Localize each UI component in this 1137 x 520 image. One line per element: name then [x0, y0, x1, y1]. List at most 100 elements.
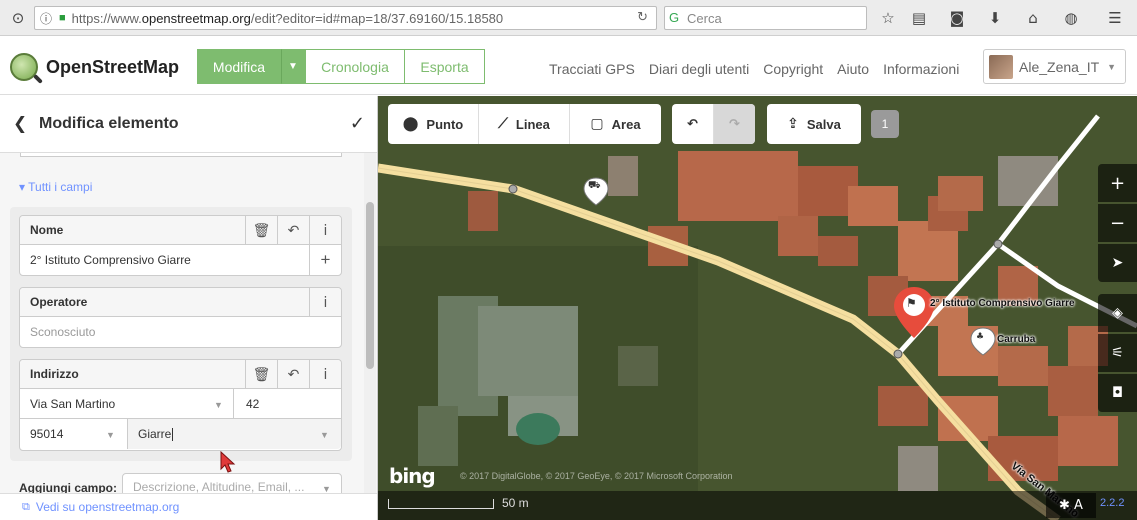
point-icon: ⬤: [402, 116, 419, 132]
mouse-cursor-icon: [220, 451, 236, 473]
tree-icon[interactable]: ♣: [976, 332, 984, 342]
osm-magnifier-icon: [10, 53, 38, 81]
postcode-input[interactable]: 95014: [30, 427, 63, 441]
logo-text: OpenStreetMap: [46, 56, 180, 77]
trash-icon[interactable]: 🗑: [245, 216, 277, 245]
undo-icon: ↶: [687, 116, 698, 132]
home-icon[interactable]: ⌂: [1021, 6, 1045, 30]
operatore-input[interactable]: Sconosciuto: [20, 317, 341, 347]
username: Ale_Zena_IT: [1019, 58, 1100, 75]
download-icon[interactable]: ⬇: [983, 6, 1007, 30]
sidebar: ❮ Modifica elemento ✓ ▾ Tutti i campi No…: [0, 96, 378, 520]
zoom-in-button[interactable]: +: [1098, 164, 1137, 202]
zoom-out-button[interactable]: −: [1098, 204, 1137, 242]
nav-link-about[interactable]: Informazioni: [883, 61, 959, 77]
scale-label: 50 m: [502, 496, 529, 510]
all-fields-toggle[interactable]: ▾ Tutti i campi: [19, 180, 92, 194]
school-icon[interactable]: ⚑: [906, 296, 917, 310]
lock-icon: ■: [59, 12, 66, 24]
imagery-attribution[interactable]: © 2017 DigitalGlobe, © 2017 GeoEye, © 20…: [460, 471, 733, 481]
search-input[interactable]: G Cerca: [664, 6, 867, 30]
area-button[interactable]: ▢ Area: [570, 104, 661, 144]
redo-button[interactable]: ↷: [714, 104, 755, 144]
sidebar-header: ❮ Modifica elemento ✓: [0, 96, 377, 153]
address-row-1: Via San Martino ▼ 42: [20, 389, 341, 419]
bookmark-star-icon[interactable]: ☆: [876, 6, 900, 30]
address-row-2: 95014 ▼ Giarre ▼: [20, 419, 341, 449]
osm-logo[interactable]: OpenStreetMap: [10, 53, 179, 81]
save-group: ⇪ Salva: [767, 104, 861, 144]
info-icon[interactable]: ⓘ: [37, 7, 55, 29]
sidebar-title: Modifica elemento: [39, 115, 179, 132]
search-placeholder: Cerca: [687, 10, 722, 26]
plus-icon[interactable]: +: [309, 245, 341, 275]
nav-link-copyright[interactable]: Copyright: [763, 61, 823, 77]
salva-button[interactable]: ⇪ Salva: [767, 104, 861, 144]
punto-button[interactable]: ⬤ Punto: [388, 104, 479, 144]
user-menu[interactable]: Ale_Zena_IT ▼: [983, 49, 1126, 84]
previous-field-edge: [20, 153, 342, 157]
field-indirizzo: Indirizzo 🗑 ↶ i Via San Martino ▼ 42 950…: [19, 359, 342, 451]
bing-logo: bing: [389, 464, 436, 488]
back-arrow-icon[interactable]: ❮: [13, 114, 27, 134]
reload-icon[interactable]: ↻: [637, 10, 648, 25]
city-input[interactable]: Giarre: [127, 419, 341, 449]
car-icon[interactable]: ⛟: [588, 180, 601, 193]
extension-icon[interactable]: ◍: [1059, 6, 1083, 30]
menu-icon[interactable]: ☰: [1103, 6, 1127, 30]
layers-icon[interactable]: ◈: [1098, 294, 1137, 332]
avatar: [989, 54, 1013, 79]
bug-report-icon[interactable]: ✱ A: [1046, 493, 1096, 518]
checkmark-icon[interactable]: ✓: [350, 113, 365, 134]
chevron-down-icon[interactable]: ▼: [106, 430, 115, 440]
map-label-school[interactable]: 2° Istituto Comprensivo Giarre: [930, 298, 1075, 309]
area-icon: ▢: [590, 116, 604, 132]
field-label-operatore: Operatore: [20, 288, 341, 317]
trash-icon[interactable]: 🗑: [245, 360, 277, 389]
help-icon[interactable]: ◘: [1098, 374, 1137, 412]
nav-link-help[interactable]: Aiuto: [837, 61, 869, 77]
url-bar[interactable]: ⓘ ■ https://www.openstreetmap.org/edit?e…: [34, 6, 657, 30]
nav-link-diaries[interactable]: Diari degli utenti: [649, 61, 749, 77]
nome-input[interactable]: 2° Istituto Comprensivo Giarre +: [20, 245, 341, 275]
version-label[interactable]: 2.2.2: [1100, 497, 1124, 509]
locate-icon[interactable]: ➤: [1098, 244, 1137, 282]
line-icon: ⟋: [498, 116, 508, 132]
map-label-carruba[interactable]: Carruba: [997, 334, 1035, 345]
chevron-down-icon[interactable]: ▼: [320, 430, 329, 440]
pocket-icon[interactable]: ◙: [945, 6, 969, 30]
back-icon[interactable]: ⊙: [6, 6, 30, 30]
linea-button[interactable]: ⟋ Linea: [479, 104, 570, 144]
esporta-button[interactable]: Esporta: [404, 49, 485, 84]
upload-icon: ⇪: [787, 116, 799, 132]
info-icon[interactable]: i: [309, 216, 341, 245]
scrollbar-thumb[interactable]: [366, 202, 374, 369]
view-on-osm-link[interactable]: ⧉ Vedi su openstreetmap.org: [0, 493, 377, 520]
undo-redo-group: ↶ ↷: [672, 104, 755, 144]
field-operatore: Operatore i Sconosciuto: [19, 287, 342, 348]
osm-header: OpenStreetMap Modifica ▼ Cronologia Espo…: [0, 37, 1137, 95]
info-icon[interactable]: i: [309, 360, 341, 389]
url-text: https://www.openstreetmap.org/edit?edito…: [71, 10, 504, 26]
reading-list-icon[interactable]: ▤: [907, 6, 931, 30]
street-input[interactable]: Via San Martino: [30, 397, 115, 411]
map-canvas[interactable]: ⛟ ⚑ ♣ 2° Istituto Comprensivo Giarre Car…: [378, 96, 1137, 520]
scale-bar[interactable]: [388, 499, 494, 509]
draw-toolbar: ⬤ Punto ⟋ Linea ▢ Area: [388, 104, 661, 144]
undo-button[interactable]: ↶: [672, 104, 714, 144]
nav-link-gps[interactable]: Tracciati GPS: [549, 61, 635, 77]
google-search-icon: G: [669, 10, 680, 25]
redo-icon: ↷: [729, 116, 740, 132]
undo-icon[interactable]: ↶: [277, 360, 309, 389]
chevron-down-icon[interactable]: ▼: [214, 400, 223, 410]
undo-icon[interactable]: ↶: [277, 216, 309, 245]
external-link-icon: ⧉: [22, 500, 30, 513]
info-icon[interactable]: i: [309, 288, 341, 317]
cronologia-button[interactable]: Cronologia: [305, 49, 405, 84]
map-data-icon[interactable]: ⚟: [1098, 334, 1137, 372]
chevron-down-icon: ▼: [1107, 61, 1117, 72]
edit-count-badge: 1: [871, 110, 899, 138]
housenumber-input[interactable]: 42: [233, 389, 259, 419]
modifica-button[interactable]: Modifica: [197, 49, 281, 84]
edit-dropdown-icon[interactable]: ▼: [281, 49, 305, 84]
